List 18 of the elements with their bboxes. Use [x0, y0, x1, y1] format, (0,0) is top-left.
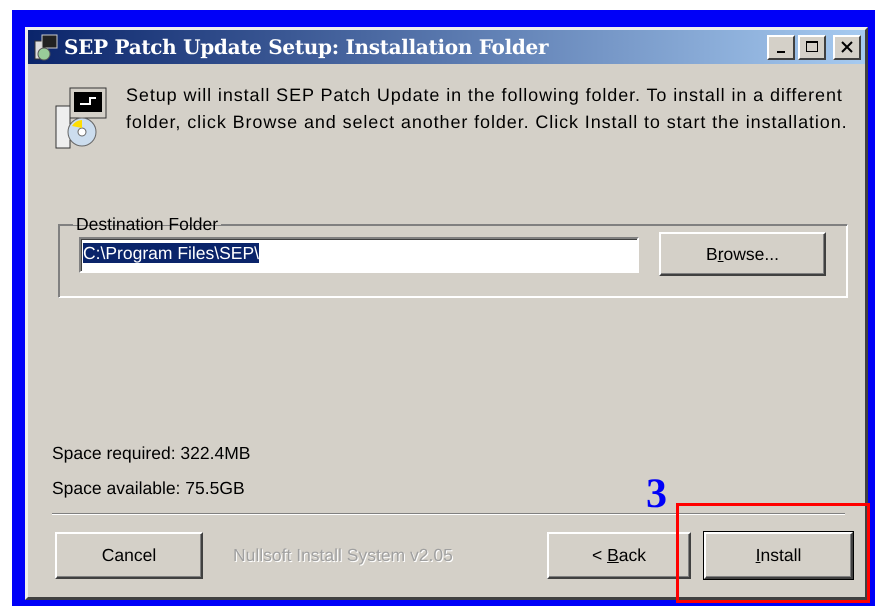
instructions-text: Setup will install SEP Patch Update in the following folder. To install in a different folder, click Browse and select another folder. Click Install to start the installation.: [126, 84, 848, 134]
folder-path-field[interactable]: C:\Program Files\SEP\: [79, 237, 639, 273]
step-number: 3: [646, 470, 667, 518]
minimize-icon: [777, 51, 785, 53]
browse-button[interactable]: Browse...: [659, 232, 826, 276]
close-icon: [840, 40, 854, 54]
window-title: SEP Patch Update Setup: Installation Folder: [64, 35, 550, 59]
space-available-text: Space available: 75.5GB: [52, 478, 245, 499]
maximize-icon: [805, 40, 819, 54]
back-button[interactable]: < Back: [547, 532, 691, 578]
space-required-text: Space required: 322.4MB: [52, 443, 250, 464]
minimize-button[interactable]: [767, 34, 795, 60]
cancel-button[interactable]: Cancel: [55, 532, 203, 578]
group-label: Destination Folder: [75, 214, 220, 235]
maximize-button[interactable]: [798, 34, 826, 60]
install-button[interactable]: Install: [704, 532, 853, 578]
close-button[interactable]: [833, 34, 861, 60]
installer-icon: [32, 33, 60, 61]
